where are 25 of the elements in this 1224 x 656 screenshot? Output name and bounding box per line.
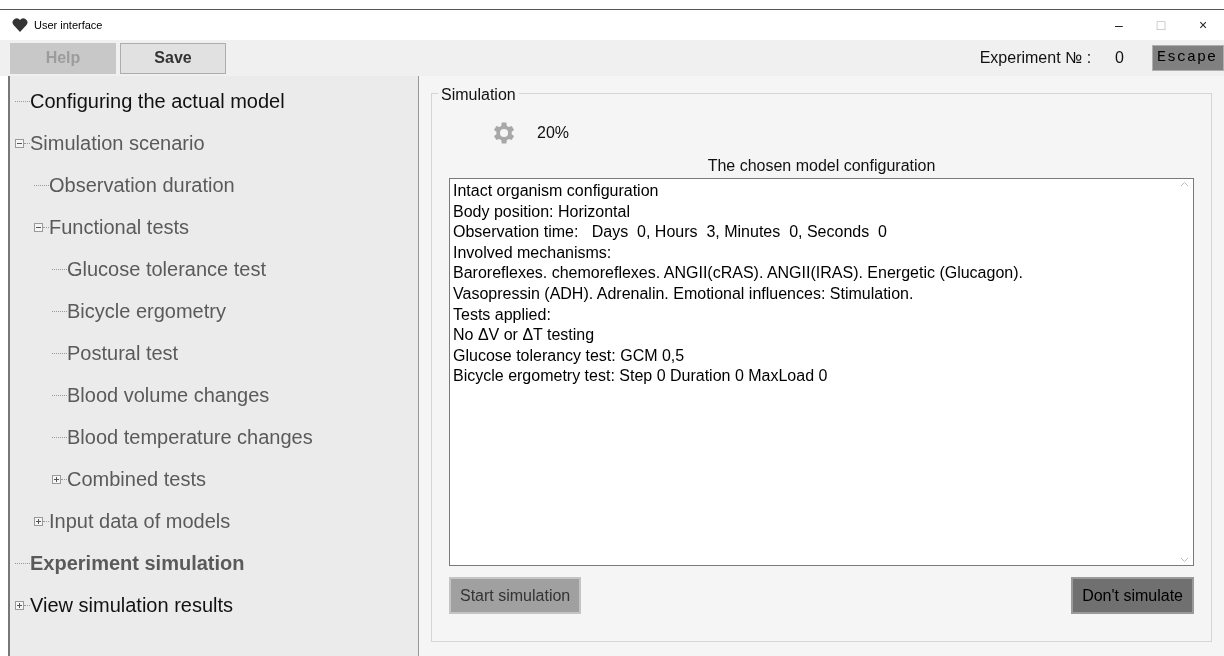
experiment-label: Experiment № : bbox=[979, 48, 1092, 68]
config-line: Glucose tolerancy test: GCM 0,5 bbox=[453, 345, 686, 366]
config-line: No ΔV or ΔT testing bbox=[453, 325, 596, 346]
config-line: Tests applied: bbox=[453, 304, 552, 325]
config-line: Intact organism configuration bbox=[453, 181, 660, 201]
window-title: User interface bbox=[34, 17, 103, 33]
experiment-number: 0 bbox=[1115, 48, 1124, 68]
close-button[interactable]: × bbox=[1182, 14, 1224, 36]
tree-item[interactable]: Configuring the actual model bbox=[30, 86, 285, 116]
config-line: Observation time: Days 0, Hours 3, Minutes 0, Seconds 0 bbox=[453, 222, 888, 243]
minimize-button[interactable]: – bbox=[1098, 14, 1140, 36]
start-simulation-button[interactable]: Start simulation bbox=[449, 577, 582, 614]
escape-button[interactable]: Escape bbox=[1152, 45, 1224, 71]
config-line: Baroreflexes. chemoreflexes. ANGII(cRAS). ANGII(IRAS). Energetic (Glucagon). bbox=[453, 263, 1024, 284]
save-button[interactable]: Save bbox=[120, 42, 226, 74]
expand-icon[interactable] bbox=[15, 600, 24, 610]
config-line: Body position: Horizontal bbox=[453, 201, 631, 222]
config-line: Involved mechanisms: bbox=[453, 242, 613, 263]
tree-item[interactable]: View simulation results bbox=[30, 590, 234, 620]
config-line: Bicycle ergometry test: Step 0 Duration 0 MaxLoad 0 bbox=[453, 366, 829, 387]
config-title: The chosen model configuration bbox=[706, 156, 937, 176]
dont-simulate-button[interactable]: Don't simulate bbox=[1071, 577, 1194, 614]
config-line: Vasopressin (ADH). Adrenalin. Emotional influences: Stimulation. bbox=[453, 283, 915, 304]
heart-icon bbox=[12, 18, 28, 32]
progress-percent: 20% bbox=[537, 123, 570, 143]
